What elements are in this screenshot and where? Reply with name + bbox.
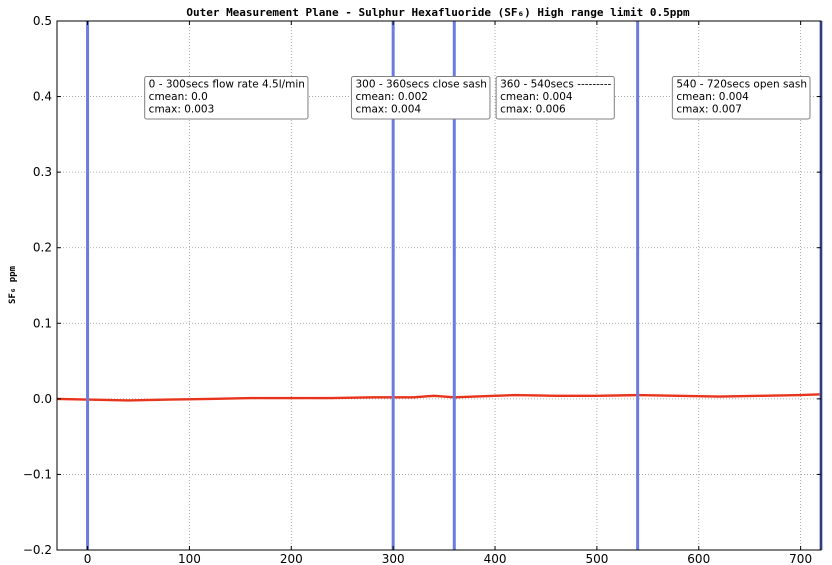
annotation-line: 540 - 720secs open sash (676, 78, 807, 90)
y-tick-label: 0.5 (33, 14, 52, 28)
series-layer (56, 393, 822, 402)
x-tick-label: 400 (484, 552, 507, 565)
chart: Outer Measurement Plane - Sulphur Hexafl… (8, 6, 823, 565)
annotation-line: 0 - 300secs flow rate 4.5l/min (149, 78, 305, 90)
y-tick-label: −0.2 (23, 543, 52, 557)
sf6-series-line (56, 393, 822, 402)
annotation-line: cmean: 0.004 (500, 91, 573, 103)
annotation-box: 360 - 540secs ---------cmean: 0.004cmax:… (495, 75, 615, 120)
y-tick-label: 0.4 (33, 90, 52, 104)
annotation-box: 540 - 720secs open sashcmean: 0.004cmax:… (671, 75, 811, 120)
y-tick-label: 0.0 (33, 392, 52, 406)
x-tick-label: 0 (84, 552, 92, 565)
annotation-line: 360 - 540secs --------- (500, 78, 611, 90)
x-tick-label: 600 (687, 552, 710, 565)
y-tick-label: −0.1 (23, 467, 52, 481)
y-tick-label: 0.2 (33, 241, 52, 255)
annotation-line: cmax: 0.007 (676, 103, 742, 115)
annotation-box: 300 - 360secs close sashcmean: 0.002cmax… (350, 75, 491, 120)
y-axis-label: SF₆ ppm (8, 265, 18, 304)
x-tick-label: 500 (585, 552, 608, 565)
x-tick-label: 700 (789, 552, 812, 565)
y-tick-label: 0.1 (33, 316, 52, 330)
annotation-line: cmax: 0.006 (500, 103, 566, 115)
y-tick-label: 0.3 (33, 165, 52, 179)
annotation-line: 300 - 360secs close sash (355, 78, 486, 90)
x-tick-label: 300 (382, 552, 405, 565)
annotation-line: cmax: 0.003 (149, 103, 215, 115)
annotation-layer: 0 - 300secs flow rate 4.5l/mincmean: 0.0… (144, 75, 811, 120)
chart-title: Outer Measurement Plane - Sulphur Hexafl… (186, 6, 690, 19)
annotation-line: cmean: 0.0 (149, 91, 208, 103)
x-tick-label: 100 (178, 552, 201, 565)
annotation-line: cmean: 0.002 (355, 91, 428, 103)
annotation-line: cmean: 0.004 (676, 91, 749, 103)
x-tick-label: 200 (280, 552, 303, 565)
annotation-box: 0 - 300secs flow rate 4.5l/mincmean: 0.0… (144, 75, 309, 120)
annotation-line: cmax: 0.004 (355, 103, 421, 115)
